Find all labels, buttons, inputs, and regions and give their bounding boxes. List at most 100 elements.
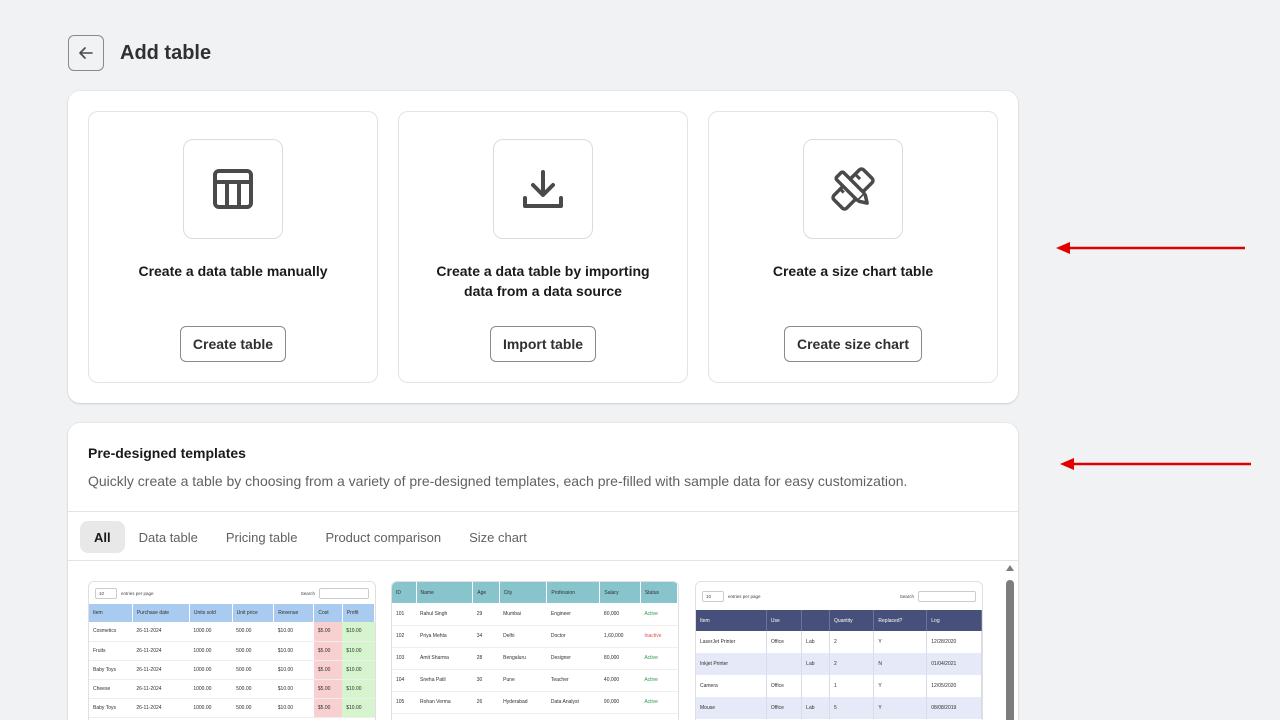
table-cell: Active xyxy=(640,647,678,670)
table-cell: Y xyxy=(873,697,928,719)
table-row: 104 Sneha Patil 30 Pune Teacher 40,000 Active xyxy=(392,669,678,692)
table-cell: 26 xyxy=(472,691,500,714)
preview-search: Search xyxy=(301,587,369,599)
table-cell: 12/05/2020 xyxy=(926,675,982,697)
table-row: 102 Priya Mehta 34 Delhi Doctor 1,60,000 Inact… xyxy=(392,625,678,648)
table-header-cell: Quantity xyxy=(829,610,875,631)
table-cell: 80,000 xyxy=(599,647,641,670)
table-cell: $5.00 xyxy=(313,679,343,699)
table-cell: Y xyxy=(873,631,928,653)
table-cell: Rohan Verma xyxy=(416,691,473,714)
table-cell: $5.00 xyxy=(313,698,343,718)
option-create-manual: Create a data table manually Create tabl… xyxy=(88,111,378,383)
table-row: Cosmetics 26-11-2024 1000.00 500.00 $10.00 $5… xyxy=(89,622,375,642)
entries-select: 10 xyxy=(95,587,117,599)
table-header-cell: Cost xyxy=(313,604,343,622)
table-cell: Mumbai xyxy=(499,603,547,626)
import-table-button[interactable]: Import table xyxy=(489,326,597,362)
option-icon-box xyxy=(803,139,903,239)
table-cell: 26-11-2024 xyxy=(132,679,190,699)
table-cell: 40,000 xyxy=(599,669,641,692)
table-cell: $10.00 xyxy=(342,679,375,699)
table-header-cell: Status xyxy=(640,582,678,603)
table-cell: N xyxy=(873,653,928,675)
table-cell: Delhi xyxy=(499,625,547,648)
table-cell: 26-11-2024 xyxy=(132,660,190,680)
table-cell: $5.00 xyxy=(313,641,343,661)
table-cell: LaserJet Printer xyxy=(696,631,767,653)
template-preview-inventory[interactable]: 10 entries per page Search Item Use Quanti… xyxy=(695,581,983,720)
table-cell: Bengaluru xyxy=(499,647,547,670)
table-row: 105 Rohan Verma 26 Hyderabad Data Analyst 90,… xyxy=(392,691,678,714)
table-header-cell xyxy=(801,610,831,631)
table-cell: 105 xyxy=(392,691,417,714)
table-row: 101 Rahul Singh 29 Mumbai Engineer 80,000 Acti… xyxy=(392,603,678,626)
option-title: Create a data table manually xyxy=(138,263,328,279)
table-cell: 1000.00 xyxy=(189,698,233,718)
table-cell: 5 xyxy=(829,697,875,719)
table-row: 103 Amit Sharma 28 Bengaluru Designer 80,000 A… xyxy=(392,647,678,670)
table-cell: 1000.00 xyxy=(189,679,233,699)
table-row: Baby Toys 26-11-2024 1000.00 500.00 $10.00 $5… xyxy=(89,698,375,718)
option-icon-box xyxy=(493,139,593,239)
table-cell: Cosmetics xyxy=(89,622,133,642)
arrow-left-icon xyxy=(79,47,93,59)
table-cell: 28 xyxy=(472,647,500,670)
table-cell: $10.00 xyxy=(273,622,314,642)
back-button[interactable] xyxy=(68,35,104,71)
create-table-button[interactable]: Create table xyxy=(179,326,287,362)
table-cell: Fruits xyxy=(89,641,133,661)
table-cell: Sneha Patil xyxy=(416,669,473,692)
table-cell: Baby Toys xyxy=(89,698,133,718)
table-cell: 500.00 xyxy=(232,698,274,718)
table-cell: Inactive xyxy=(640,625,678,648)
table-cell: Rahul Singh xyxy=(416,603,473,626)
template-preview-sales[interactable]: 10 entries per page Search Item Purchase … xyxy=(88,581,376,720)
page-header: Add table xyxy=(68,35,211,71)
table-cell: 101 xyxy=(392,603,417,626)
table-cell: $10.00 xyxy=(273,641,314,661)
table-cell: 1000.00 xyxy=(189,622,233,642)
create-size-chart-button[interactable]: Create size chart xyxy=(783,326,923,362)
table-cell: 26-11-2024 xyxy=(132,698,190,718)
table-cell xyxy=(801,675,831,697)
table-cell: 80,000 xyxy=(599,603,641,626)
table-cell: 103 xyxy=(392,647,417,670)
template-tabs: All Data table Pricing table Product com… xyxy=(80,521,541,553)
table-row: Baby Toys 26-11-2024 1000.00 500.00 $10.00 $5… xyxy=(89,660,375,680)
option-icon-box xyxy=(183,139,283,239)
preview-search: Search xyxy=(900,590,976,602)
preview-toolbar: 10 entries per page Search xyxy=(89,582,375,604)
table-cell: 500.00 xyxy=(232,622,274,642)
scrollbar[interactable] xyxy=(1004,563,1016,720)
table-cell: Engineer xyxy=(546,603,600,626)
table-header-cell: Profit xyxy=(342,604,375,622)
table-cell: $5.00 xyxy=(313,622,343,642)
table-cell: 12/28/2020 xyxy=(926,631,982,653)
table-header-cell: Units sold xyxy=(189,604,233,622)
table-header-cell: Use xyxy=(766,610,803,631)
table-icon xyxy=(213,169,253,209)
table-cell: Inkjet Printer xyxy=(696,653,767,675)
tab-pricing-table[interactable]: Pricing table xyxy=(212,521,312,553)
scrollbar-thumb[interactable] xyxy=(1006,580,1014,720)
template-preview-employees[interactable]: ID Name Age City Profession Salary Status 101 R… xyxy=(391,581,679,720)
table-cell: Active xyxy=(640,603,678,626)
table-header-cell: Log xyxy=(926,610,982,631)
entries-label: entries per page xyxy=(121,590,154,596)
table-header-cell: Item xyxy=(89,604,133,622)
entries-select: 10 xyxy=(702,590,724,602)
table-cell xyxy=(766,653,803,675)
templates-card: Pre-designed templates Quickly create a … xyxy=(68,423,1018,720)
table-cell: 500.00 xyxy=(232,641,274,661)
tab-product-comparison[interactable]: Product comparison xyxy=(311,521,455,553)
table-cell: 1000.00 xyxy=(189,660,233,680)
table-cell: Lab xyxy=(801,631,831,653)
scroll-up-icon[interactable] xyxy=(1006,565,1014,571)
table-cell: Mouse xyxy=(696,697,767,719)
tab-data-table[interactable]: Data table xyxy=(125,521,212,553)
tab-all[interactable]: All xyxy=(80,521,125,553)
table-cell: 01/04/2021 xyxy=(926,653,982,675)
table-cell: 26-11-2024 xyxy=(132,622,190,642)
tab-size-chart[interactable]: Size chart xyxy=(455,521,541,553)
